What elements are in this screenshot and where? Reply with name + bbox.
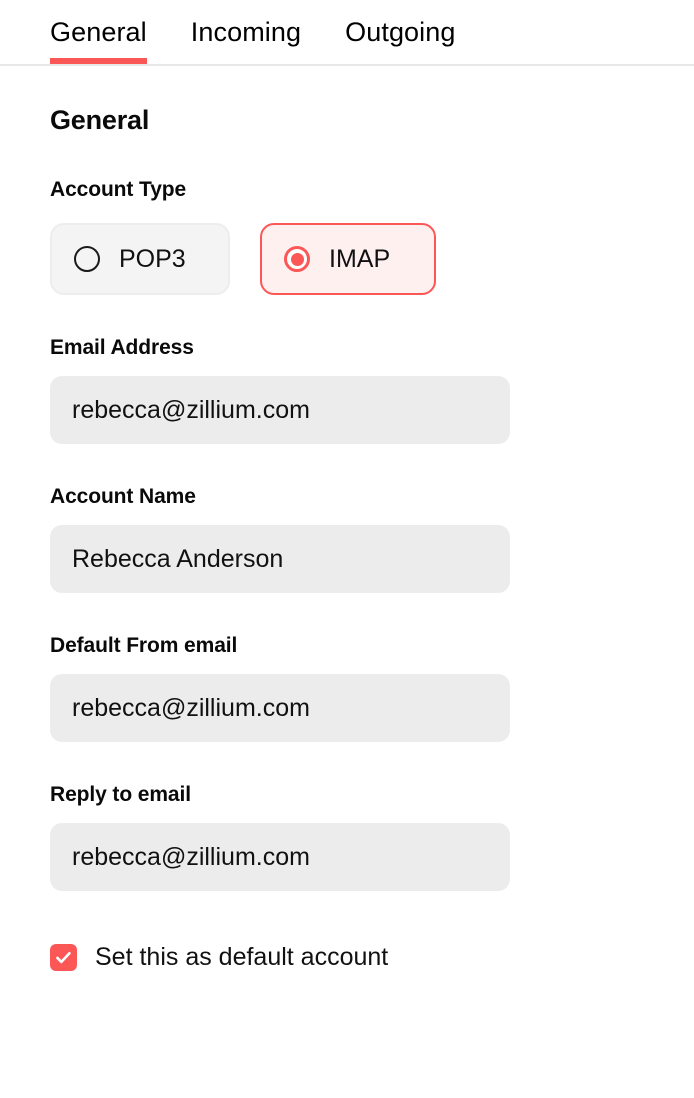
tabbar-divider <box>0 64 694 66</box>
radio-unchecked-icon <box>74 246 100 272</box>
radio-checked-icon <box>284 246 310 272</box>
reply-to-email-input[interactable] <box>50 823 510 891</box>
field-reply-to-email: Reply to email <box>50 783 644 891</box>
account-type-radio-group: POP3 IMAP <box>50 223 644 295</box>
tab-general[interactable]: General <box>50 0 147 64</box>
radio-option-pop3-label: POP3 <box>119 244 186 273</box>
radio-option-pop3[interactable]: POP3 <box>50 223 230 295</box>
field-default-from-email: Default From email <box>50 634 644 742</box>
account-name-input[interactable] <box>50 525 510 593</box>
field-account-name: Account Name <box>50 485 644 593</box>
page-title: General <box>50 105 150 135</box>
default-account-label: Set this as default account <box>95 943 389 971</box>
field-email-address: Email Address <box>50 336 644 444</box>
settings-content: General Account Type POP3 IMAP Email Add… <box>0 105 694 972</box>
checkmark-icon[interactable] <box>50 944 77 971</box>
radio-option-imap-label: IMAP <box>329 244 391 273</box>
account-type-label: Account Type <box>50 178 187 201</box>
email-address-label: Email Address <box>50 336 194 359</box>
settings-tabbar: General Incoming Outgoing <box>0 0 694 66</box>
email-address-input[interactable] <box>50 376 510 444</box>
tab-incoming[interactable]: Incoming <box>191 0 301 64</box>
default-from-email-label: Default From email <box>50 634 238 657</box>
account-name-label: Account Name <box>50 485 196 508</box>
account-settings-page: General Incoming Outgoing General Accoun… <box>0 0 694 1098</box>
radio-option-imap[interactable]: IMAP <box>260 223 436 295</box>
default-account-checkbox-row[interactable]: Set this as default account <box>50 943 644 972</box>
default-from-email-input[interactable] <box>50 674 510 742</box>
reply-to-email-label: Reply to email <box>50 783 191 806</box>
tab-outgoing[interactable]: Outgoing <box>345 0 455 64</box>
